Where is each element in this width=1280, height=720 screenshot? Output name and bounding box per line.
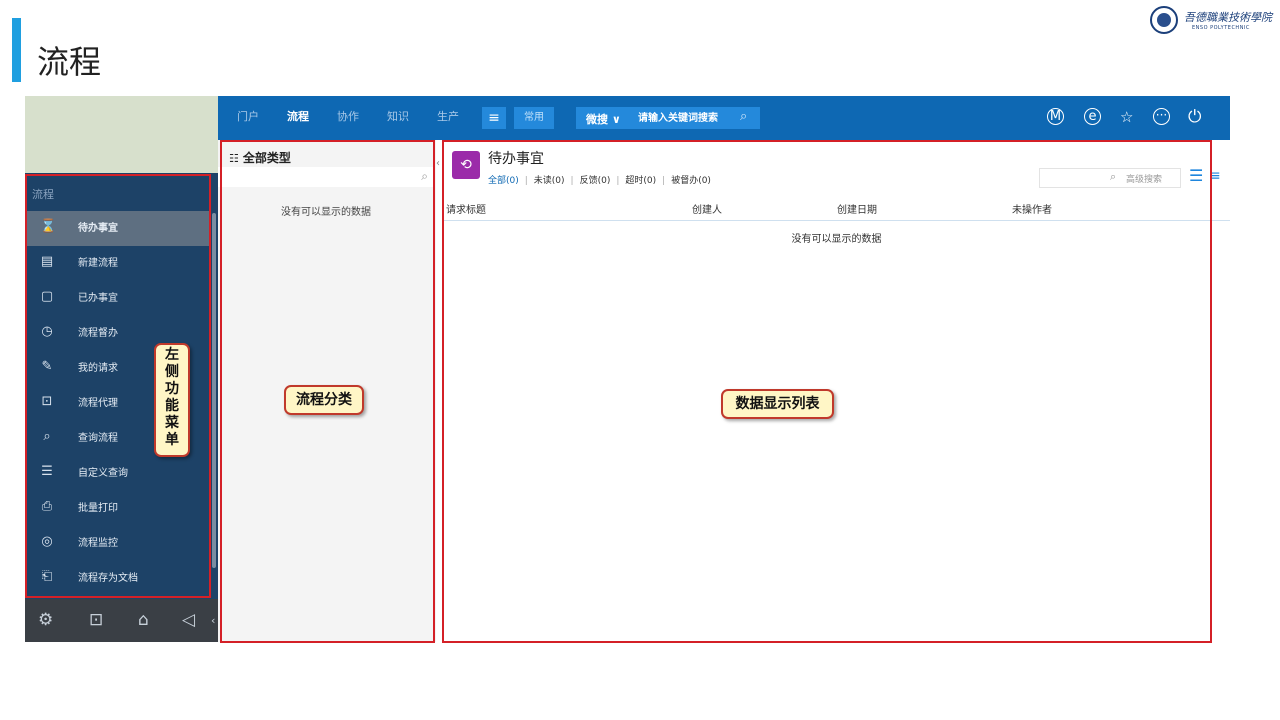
top-navigation: 门户 流程 协作 知识 生产 ≡ 常用 微搜 ∨ ⌕ M e ☆ ··· ⏻ — [218, 96, 1230, 140]
school-logo: 吾德職業技術學院 ENSO POLYTECHNIC — [1150, 5, 1276, 39]
more-circle-icon[interactable]: ··· — [1153, 108, 1170, 125]
menu-icon[interactable]: ≡ — [482, 107, 506, 129]
star-icon[interactable]: ☆ — [1120, 108, 1133, 126]
logo-text: 吾德職業技術學院 — [1184, 11, 1272, 24]
tab-knowledge[interactable]: 知识 — [387, 110, 409, 124]
slide-title: 流程 — [37, 43, 102, 81]
sidebar-scrollbar[interactable] — [212, 213, 216, 568]
search-input[interactable] — [638, 110, 734, 126]
speaker-icon[interactable]: ◁ — [182, 611, 195, 629]
school-seal-icon — [1150, 6, 1178, 34]
category-callout: 流程分类 — [284, 385, 364, 415]
tab-flow[interactable]: 流程 — [287, 110, 309, 124]
settings-icon[interactable]: ⚙ — [38, 611, 53, 629]
left-menu-callout: 左侧功能菜单 — [154, 343, 190, 457]
callout-text: 左侧功能菜单 — [165, 347, 179, 448]
lock-icon[interactable]: ⊡ — [89, 611, 103, 629]
tab-collaboration[interactable]: 协作 — [337, 110, 359, 124]
tab-portal[interactable]: 门户 — [237, 110, 259, 124]
search-icon[interactable]: ⌕ — [740, 109, 747, 124]
tab-production[interactable]: 生产 — [437, 110, 459, 124]
chevron-left-icon[interactable]: ‹ — [211, 614, 215, 627]
shirt-icon[interactable]: ⌂ — [138, 611, 149, 629]
e-circle-icon[interactable]: e — [1084, 108, 1101, 125]
logo-subtext: ENSO POLYTECHNIC — [1192, 25, 1250, 31]
search-box: 微搜 ∨ ⌕ — [576, 107, 760, 129]
power-icon[interactable]: ⏻ — [1188, 108, 1201, 126]
data-list-callout: 数据显示列表 — [721, 389, 834, 419]
common-button[interactable]: 常用 — [514, 107, 554, 129]
title-accent-bar — [12, 18, 21, 82]
sidebar-bottom-toolbar: ⚙ ⊡ ⌂ ◁ ‹ — [25, 599, 218, 642]
sidebar-logo-area — [25, 96, 218, 173]
search-scope-dropdown[interactable]: 微搜 ∨ — [586, 111, 621, 127]
collapse-chevron-icon[interactable]: ‹ — [436, 158, 440, 169]
m-circle-icon[interactable]: M — [1047, 108, 1064, 125]
